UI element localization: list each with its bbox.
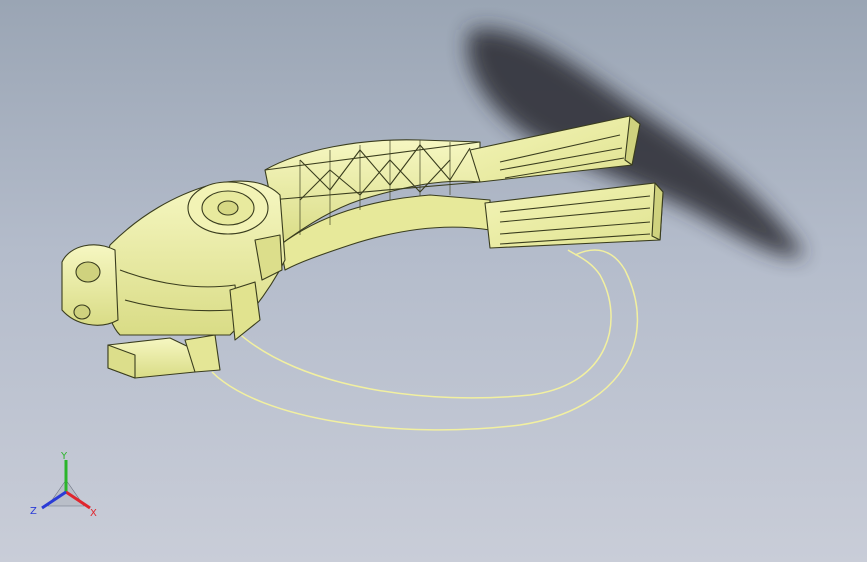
pedal-pad-lower (484, 182, 664, 249)
pedal-arm (264, 139, 491, 271)
cad-viewport[interactable]: Y X Z (0, 0, 867, 562)
mounting-bracket (61, 244, 119, 326)
electrical-connector (107, 334, 221, 379)
x-axis-label: X (90, 508, 97, 519)
orientation-triad: Y X Z (30, 451, 97, 519)
y-axis-label: Y (60, 451, 68, 462)
model-scene[interactable] (0, 0, 867, 562)
z-axis-label: Z (30, 506, 37, 517)
pedal-housing (104, 180, 286, 341)
wire-loop-inner (234, 249, 612, 399)
